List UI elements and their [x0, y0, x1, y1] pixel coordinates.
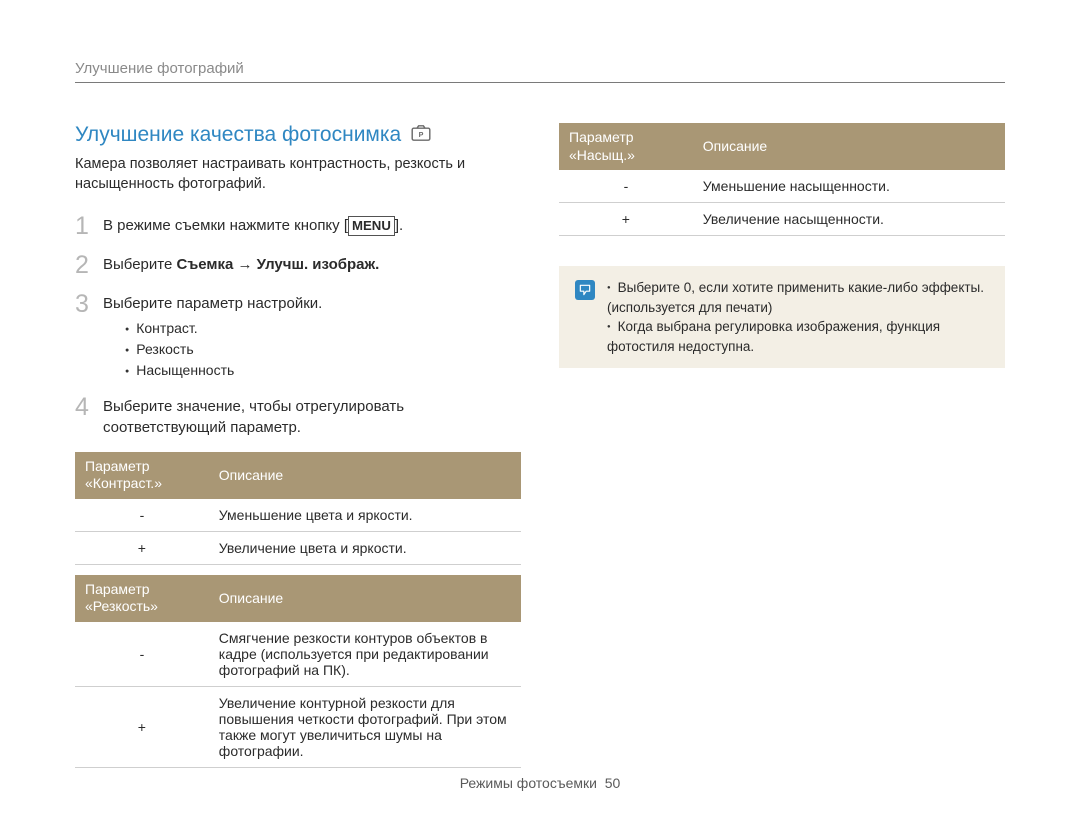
step-2-path: Съемка → Улучш. изображ. — [176, 256, 379, 273]
table-header-param: Параметр «Насыщ.» — [559, 123, 693, 170]
table-row: + Увеличение насыщенности. — [559, 203, 1005, 236]
param-symbol: + — [75, 531, 209, 564]
list-item: Контраст. — [125, 318, 322, 339]
step-4-text: Выберите значение, чтобы отрегулировать … — [103, 395, 521, 438]
svg-text:P: P — [419, 130, 424, 139]
note-list: Выберите 0, если хотите применить какие-… — [607, 278, 989, 356]
step-1-text: В режиме съемки нажмите кнопку [MENU]. — [103, 214, 403, 239]
footer-label: Режимы фотосъемки — [460, 775, 597, 791]
right-column: Параметр «Насыщ.» Описание - Уменьшение … — [559, 123, 1005, 768]
list-item: Насыщенность — [125, 360, 322, 381]
step-2-prefix: Выберите — [103, 256, 176, 273]
param-desc: Уменьшение цвета и яркости. — [209, 499, 521, 532]
param-symbol: - — [75, 499, 209, 532]
param-symbol: - — [75, 622, 209, 687]
param-desc: Смягчение резкости контуров объектов в к… — [209, 622, 521, 687]
step-number: 4 — [75, 395, 93, 438]
step-3-text: Выберите параметр настройки. Контраст. Р… — [103, 292, 322, 381]
step-number: 1 — [75, 214, 93, 239]
step-2: 2 Выберите Съемка → Улучш. изображ. — [75, 253, 521, 278]
intro-text: Камера позволяет настраивать контрастнос… — [75, 155, 521, 194]
step-number: 3 — [75, 292, 93, 381]
step-3: 3 Выберите параметр настройки. Контраст.… — [75, 292, 521, 381]
page-footer: Режимы фотосъемки 50 — [0, 775, 1080, 791]
note-item: Выберите 0, если хотите применить какие-… — [607, 278, 989, 317]
note-box: Выберите 0, если хотите применить какие-… — [559, 266, 1005, 368]
camera-p-icon: P — [411, 125, 431, 146]
step-3-bullets: Контраст. Резкость Насыщенность — [103, 318, 322, 381]
param-desc: Увеличение контурной резкости для повыше… — [209, 686, 521, 767]
step-2-text: Выберите Съемка → Улучш. изображ. — [103, 253, 379, 278]
table-row: - Уменьшение цвета и яркости. — [75, 499, 521, 532]
table-header-desc: Описание — [209, 452, 521, 499]
section-title: Улучшение качества фотоснимка — [75, 123, 401, 147]
table-row: + Увеличение цвета и яркости. — [75, 531, 521, 564]
table-header-param: Параметр «Резкость» — [75, 575, 209, 622]
step-4: 4 Выберите значение, чтобы отрегулироват… — [75, 395, 521, 438]
param-desc: Увеличение цвета и яркости. — [209, 531, 521, 564]
param-desc: Увеличение насыщенности. — [693, 203, 1005, 236]
table-header-param: Параметр «Контраст.» — [75, 452, 209, 499]
table-row: + Увеличение контурной резкости для повы… — [75, 686, 521, 767]
step-1-suffix: ]. — [395, 217, 403, 234]
param-symbol: + — [559, 203, 693, 236]
table-header-desc: Описание — [209, 575, 521, 622]
step-1-prefix: В режиме съемки нажмите кнопку [ — [103, 217, 348, 234]
left-column: Улучшение качества фотоснимка P Камера п… — [75, 123, 521, 768]
step-number: 2 — [75, 253, 93, 278]
info-icon — [575, 280, 595, 300]
step-3-main: Выберите параметр настройки. — [103, 295, 322, 312]
saturation-table: Параметр «Насыщ.» Описание - Уменьшение … — [559, 123, 1005, 236]
step-1: 1 В режиме съемки нажмите кнопку [MENU]. — [75, 214, 521, 239]
param-symbol: + — [75, 686, 209, 767]
table-row: - Смягчение резкости контуров объектов в… — [75, 622, 521, 687]
page-header-text: Улучшение фотографий — [75, 60, 244, 77]
param-symbol: - — [559, 170, 693, 203]
table-row: - Уменьшение насыщенности. — [559, 170, 1005, 203]
menu-button-label: MENU — [348, 216, 395, 236]
footer-page-number: 50 — [605, 775, 621, 791]
sharpness-table: Параметр «Резкость» Описание - Смягчение… — [75, 575, 521, 768]
table-header-desc: Описание — [693, 123, 1005, 170]
note-item: Когда выбрана регулировка изображения, ф… — [607, 317, 989, 356]
list-item: Резкость — [125, 339, 322, 360]
contrast-table: Параметр «Контраст.» Описание - Уменьшен… — [75, 452, 521, 565]
page-header: Улучшение фотографий — [75, 60, 1005, 83]
param-desc: Уменьшение насыщенности. — [693, 170, 1005, 203]
